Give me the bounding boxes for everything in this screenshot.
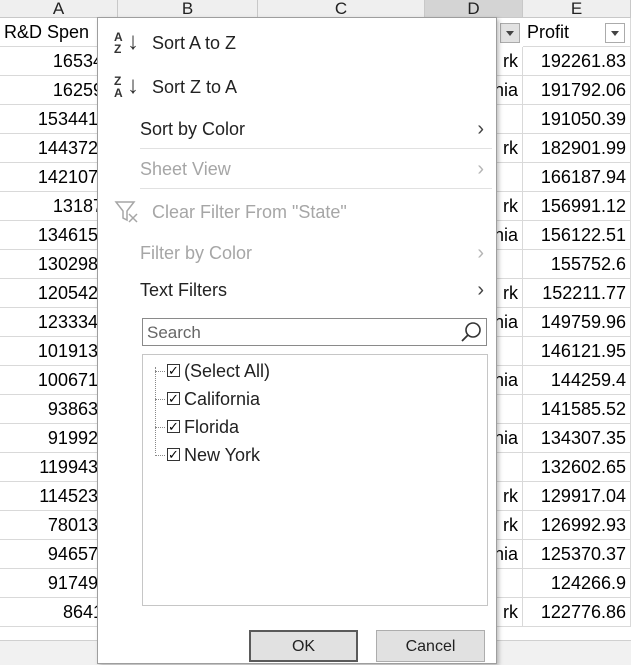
search-box [142,318,487,346]
column-header-e[interactable]: E [523,0,631,18]
list-item-label: New York [184,445,261,465]
cell-profit[interactable]: 126992.93 [523,511,631,540]
column-header-b[interactable]: B [118,0,258,18]
funnel-clear-icon [114,199,140,238]
cell-profit[interactable]: 124266.9 [523,569,631,598]
text-filters-item[interactable]: Text Filters › [98,271,496,309]
cell-profit[interactable]: 122776.86 [523,598,631,627]
cell-profit[interactable]: 182901.99 [523,134,631,163]
filter-dropdown-button-state[interactable] [500,23,520,43]
sort-z-to-a-item[interactable]: Z A ↓ Sort Z to A [98,68,496,106]
filter-by-color-item[interactable]: Filter by Color › [98,234,496,272]
clear-filter-item[interactable]: Clear Filter From "State" [98,193,496,231]
cell-profit[interactable]: 192261.83 [523,47,631,76]
cell-profit[interactable]: 155752.6 [523,250,631,279]
filter-by-color-label: Filter by Color [140,243,253,263]
list-item-label: California [184,389,261,409]
chevron-right-icon: › [477,279,484,301]
chevron-right-icon: › [477,242,484,264]
cell-profit[interactable]: 134307.35 [523,424,631,453]
list-item-label: Florida [184,417,240,437]
sort-by-color-label: Sort by Color [140,119,246,139]
chevron-right-icon: › [477,118,484,140]
cell-profit[interactable]: 129917.04 [523,482,631,511]
magnifier-icon[interactable] [460,321,482,343]
sort-descending-icon: Z A ↓ [114,72,139,100]
cell-profit[interactable]: 125370.37 [523,540,631,569]
menu-separator [140,188,492,189]
sort-a-to-z-item[interactable]: A Z ↓ Sort A to Z [98,24,496,62]
cell-profit[interactable]: 149759.96 [523,308,631,337]
clear-filter-label: Clear Filter From "State" [152,202,347,222]
checkbox-florida[interactable]: ✓ [167,420,180,433]
text-filters-label: Text Filters [140,280,228,300]
cell-profit[interactable]: 156122.51 [523,221,631,250]
sheet-view-item[interactable]: Sheet View › [98,150,496,188]
filter-dropdown-button-profit[interactable] [605,23,625,43]
checkbox-new-york[interactable]: ✓ [167,448,180,461]
chevron-right-icon: › [477,158,484,180]
column-header-d[interactable]: D [425,0,523,18]
sort-z-to-a-label: Sort Z to A [152,77,238,97]
cell-profit[interactable]: 191050.39 [523,105,631,134]
ok-button[interactable]: OK [249,630,358,662]
sort-a-to-z-label: Sort A to Z [152,33,237,53]
list-item-label: (Select All) [184,361,271,381]
checkbox-select-all[interactable]: ✓ [167,364,180,377]
autofilter-menu: A Z ↓ Sort A to Z Z A ↓ Sort Z to A Sort by … [97,17,497,664]
filter-value-list: ✓ (Select All) ✓ California ✓ Florida ✓ … [142,354,488,606]
cell-profit[interactable]: 191792.06 [523,76,631,105]
sort-ascending-icon: A Z ↓ [114,28,139,56]
sort-by-color-item[interactable]: Sort by Color › [98,110,496,148]
cell-profit[interactable]: 152211.77 [523,279,631,308]
search-input[interactable] [145,321,449,345]
column-header-a[interactable]: A [0,0,118,18]
cell-profit[interactable]: 144259.4 [523,366,631,395]
cell-profit[interactable]: 132602.65 [523,453,631,482]
cell-profit[interactable]: 146121.95 [523,337,631,366]
sheet-view-label: Sheet View [140,159,231,179]
cell-profit[interactable]: 166187.94 [523,163,631,192]
cell-profit[interactable]: 141585.52 [523,395,631,424]
cancel-button[interactable]: Cancel [376,630,485,662]
checkbox-california[interactable]: ✓ [167,392,180,405]
tree-connector [155,367,157,453]
column-header-c[interactable]: C [258,0,425,18]
cell-profit[interactable]: 156991.12 [523,192,631,221]
menu-separator [140,148,492,149]
